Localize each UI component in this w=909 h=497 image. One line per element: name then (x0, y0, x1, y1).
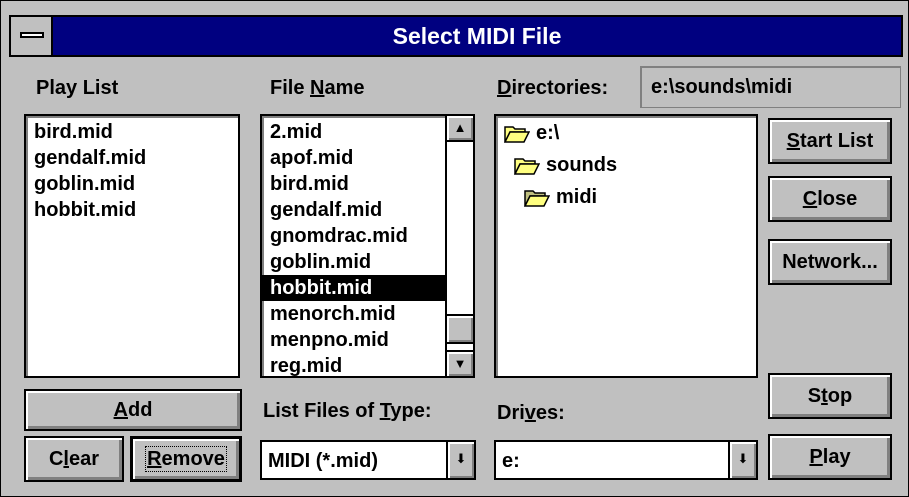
filename-item[interactable]: menpno.mid (262, 327, 447, 353)
filetype-dropdown-button[interactable]: ⬇ (446, 442, 474, 478)
open-folder-icon (504, 125, 530, 143)
playlist-item[interactable]: goblin.mid (26, 171, 238, 197)
filename-item[interactable]: bird.mid (262, 171, 447, 197)
filename-label: File Name (270, 77, 365, 99)
drives-combobox[interactable]: e: ⬇ (494, 440, 758, 480)
playlist-listbox[interactable]: bird.mid gendalf.mid goblin.mid hobbit.mid (24, 114, 240, 378)
stop-button[interactable]: Stop (768, 373, 892, 419)
remove-button[interactable]: Remove (130, 436, 242, 482)
filename-item[interactable]: hobbit.mid (262, 275, 447, 301)
close-button[interactable]: Close (768, 176, 892, 222)
tree-item-midi[interactable]: midi (524, 186, 597, 209)
clear-button[interactable]: Clear (24, 436, 124, 482)
chevron-down-icon: ⬇ (455, 451, 467, 466)
scroll-down-button[interactable]: ▼ (447, 350, 473, 376)
drives-value: e: (502, 450, 520, 472)
playlist-label: Play List (36, 77, 119, 99)
directories-label: Directories: (497, 77, 609, 99)
open-folder-icon (514, 157, 540, 175)
window-title: Select MIDI File (392, 23, 562, 49)
tree-item-label: midi (556, 186, 598, 208)
drives-dropdown-button[interactable]: ⬇ (728, 442, 756, 478)
playlist-item[interactable]: bird.mid (26, 119, 238, 145)
filetype-value: MIDI (*.mid) (268, 450, 378, 472)
filename-scrollbar[interactable]: ▲ ▼ (445, 116, 473, 376)
open-folder-icon (524, 189, 550, 207)
start-list-button[interactable]: Start List (768, 118, 892, 164)
filename-item[interactable]: gnomdrac.mid (262, 223, 447, 249)
chevron-down-icon: ⬇ (737, 451, 749, 466)
system-menu-button[interactable] (11, 17, 53, 55)
directory-path-text: e:\sounds\midi (651, 76, 793, 98)
filename-item[interactable]: reg.mid (262, 353, 447, 379)
filetype-combobox[interactable]: MIDI (*.mid) ⬇ (260, 440, 476, 480)
filetype-label: List Files of Type: (263, 400, 432, 422)
filename-item[interactable]: menorch.mid (262, 301, 447, 327)
scroll-thumb[interactable] (447, 314, 473, 344)
directories-tree[interactable]: e:\ sounds midi (494, 114, 758, 378)
add-button[interactable]: Add (24, 389, 242, 431)
system-menu-icon (20, 32, 44, 38)
tree-item-sounds[interactable]: sounds (514, 154, 617, 177)
filename-item[interactable]: gendalf.mid (262, 197, 447, 223)
playlist-item[interactable]: hobbit.mid (26, 197, 238, 223)
directory-path-display: e:\sounds\midi (640, 66, 901, 108)
network-button[interactable]: Network... (768, 239, 892, 285)
title-bar[interactable]: Select MIDI File (9, 15, 903, 57)
filename-item[interactable]: 2.mid (262, 119, 447, 145)
filename-item[interactable]: apof.mid (262, 145, 447, 171)
filename-listbox[interactable]: 2.mid apof.mid bird.mid gendalf.mid gnomdrac… (260, 114, 475, 378)
tree-item-label: e:\ (536, 122, 560, 144)
arrow-up-icon: ▲ (453, 120, 467, 135)
play-button[interactable]: Play (768, 434, 892, 480)
tree-item-label: sounds (546, 154, 618, 176)
playlist-item[interactable]: gendalf.mid (26, 145, 238, 171)
tree-item-root[interactable]: e:\ (504, 122, 559, 145)
arrow-down-icon: ▼ (453, 356, 467, 371)
filename-item[interactable]: goblin.mid (262, 249, 447, 275)
drives-label: Drives: (497, 402, 565, 424)
scroll-up-button[interactable]: ▲ (447, 116, 473, 142)
